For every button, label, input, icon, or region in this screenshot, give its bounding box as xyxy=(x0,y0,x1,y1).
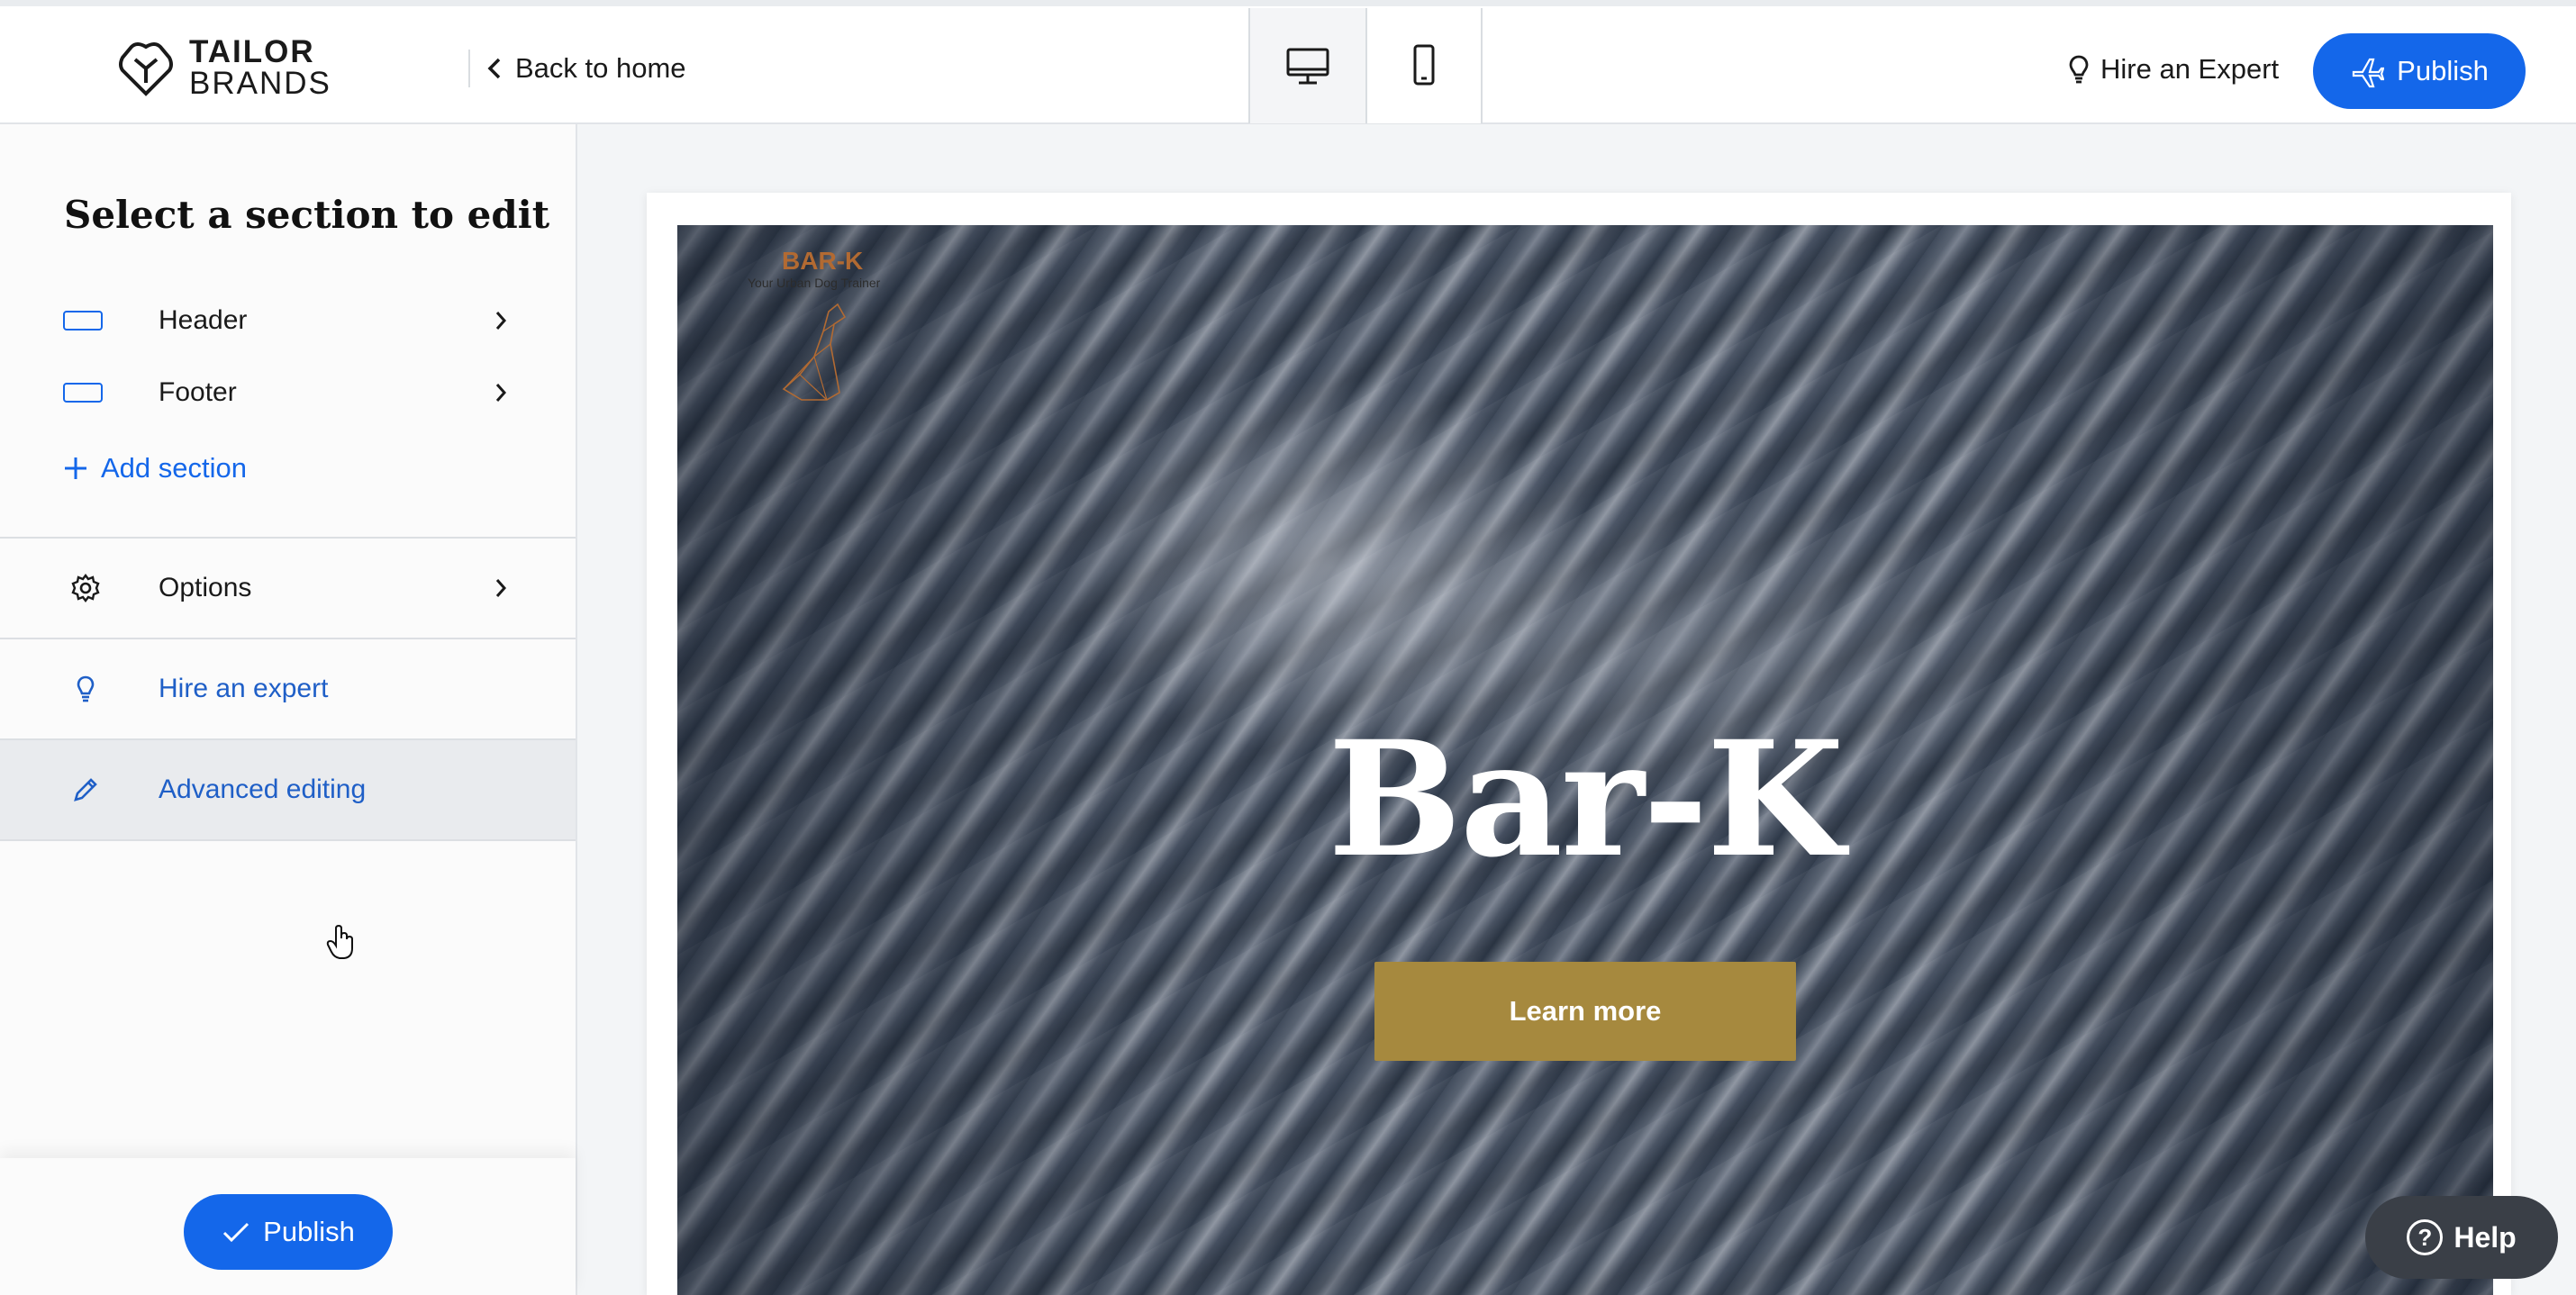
check-icon xyxy=(223,1222,249,1243)
logo-line2: BRANDS xyxy=(189,66,331,101)
back-label: Back to home xyxy=(515,52,686,84)
site-logo-tagline: Your Urban Dog Trainer xyxy=(748,276,881,290)
logo-icon xyxy=(119,42,173,96)
plane-icon xyxy=(2353,58,2385,88)
lightbulb-icon xyxy=(77,675,95,702)
learn-more-button[interactable]: Learn more xyxy=(1374,962,1796,1061)
section-rect-icon xyxy=(63,311,103,331)
publish-button-bottom[interactable]: Publish xyxy=(184,1194,393,1270)
hand-cursor-icon xyxy=(326,924,353,959)
section-rect-icon xyxy=(63,383,103,403)
advanced-editing-row[interactable]: Advanced editing xyxy=(0,740,576,839)
hire-expert-link[interactable]: Hire an Expert xyxy=(2068,51,2279,87)
options-label: Options xyxy=(159,573,252,602)
sidebar: Select a section to edit Header Footer A… xyxy=(0,124,577,1295)
advanced-editing-label: Advanced editing xyxy=(159,774,367,804)
help-label: Help xyxy=(2454,1220,2517,1254)
publish-label-top: Publish xyxy=(2397,55,2489,86)
section-label: Footer xyxy=(159,377,237,407)
dog-icon xyxy=(782,303,847,401)
sidebar-title: Select a section to edit xyxy=(64,193,550,237)
hero-title[interactable]: Bar-K xyxy=(677,706,2493,892)
chevron-right-icon xyxy=(495,312,507,330)
tailor-brands-logo[interactable]: TAILOR BRANDS xyxy=(117,33,331,102)
lightbulb-icon xyxy=(2069,55,2089,84)
back-to-home-link[interactable]: Back to home xyxy=(468,50,686,87)
mobile-icon xyxy=(1413,44,1435,86)
mobile-view-button[interactable] xyxy=(1365,8,1481,123)
desktop-view-button[interactable] xyxy=(1250,8,1365,123)
site-logo-name: BAR-K xyxy=(782,247,864,275)
section-label: Header xyxy=(159,305,248,335)
logo-line1: TAILOR xyxy=(189,34,315,69)
chevron-left-icon xyxy=(487,58,501,79)
section-item-footer[interactable]: Footer xyxy=(0,357,576,429)
site-logo[interactable]: BAR-K Your Urban Dog Trainer xyxy=(748,247,901,409)
plus-icon xyxy=(65,457,86,479)
section-item-header[interactable]: Header xyxy=(0,285,576,357)
hero-section[interactable]: BAR-K Your Urban Dog Trainer Bar-K Learn… xyxy=(677,225,2493,1295)
help-button[interactable]: ? Help xyxy=(2365,1196,2558,1279)
desktop-icon xyxy=(1286,48,1329,85)
add-section-label: Add section xyxy=(101,452,247,484)
hire-expert-label: Hire an expert xyxy=(159,674,329,703)
publish-button-top[interactable]: Publish xyxy=(2313,33,2526,109)
add-section-link[interactable]: Add section xyxy=(63,452,247,484)
options-row[interactable]: Options xyxy=(0,539,576,638)
device-toggle xyxy=(1248,8,1483,123)
hire-expert-label: Hire an Expert xyxy=(2100,53,2280,85)
logo-wordmark: TAILOR BRANDS xyxy=(189,36,331,99)
sidebar-footer: Publish xyxy=(0,1158,576,1295)
gear-icon xyxy=(71,574,100,602)
chevron-right-icon xyxy=(495,384,507,402)
chevron-right-icon xyxy=(495,579,507,597)
hire-expert-row[interactable]: Hire an expert xyxy=(0,639,576,738)
pencil-icon xyxy=(74,778,97,801)
question-icon: ? xyxy=(2407,1219,2444,1255)
divider xyxy=(0,839,576,841)
publish-label-bottom: Publish xyxy=(263,1216,355,1247)
top-bar: TAILOR BRANDS Back to home Hire an Exper… xyxy=(0,0,2576,124)
